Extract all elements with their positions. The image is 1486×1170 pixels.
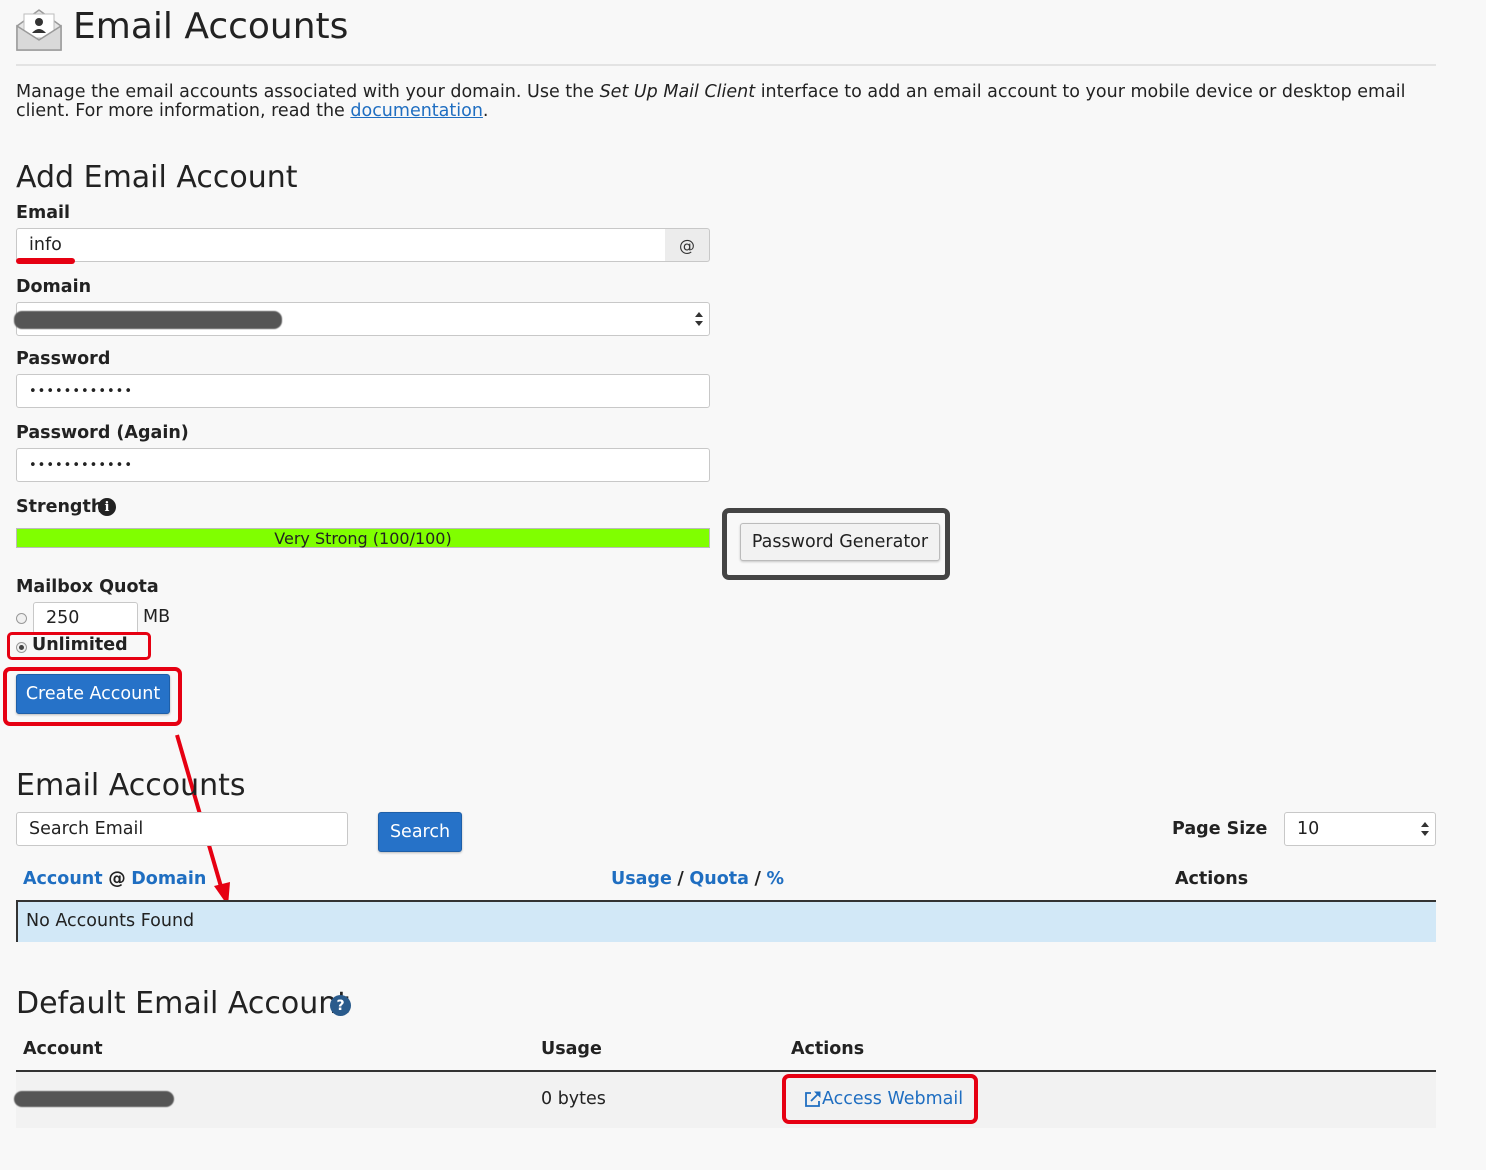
documentation-link[interactable]: documentation	[350, 101, 483, 121]
add-email-account-heading: Add Email Account	[16, 160, 298, 195]
quota-unit: MB	[143, 607, 171, 627]
setup-mail-client-emphasis: Set Up Mail Client	[599, 82, 756, 102]
mailbox-quota-label: Mailbox Quota	[16, 577, 159, 597]
account-redaction	[14, 1091, 174, 1107]
search-button[interactable]: Search	[378, 812, 462, 852]
password-label: Password	[16, 349, 111, 369]
no-accounts-message: No Accounts Found	[26, 911, 195, 931]
domain-label: Domain	[16, 277, 92, 297]
page-title: Email Accounts	[73, 6, 349, 47]
search-email-input[interactable]: Search Email	[16, 812, 348, 846]
default-col-actions: Actions	[791, 1039, 865, 1059]
email-underline-annotation	[16, 258, 75, 264]
email-accounts-icon	[14, 6, 64, 52]
create-account-button[interactable]: Create Account	[16, 674, 170, 714]
header-divider	[16, 64, 1436, 66]
sort-quota-link[interactable]: Quota	[689, 869, 749, 889]
page-size-arrows-icon	[1421, 822, 1429, 836]
external-link-icon	[805, 1091, 821, 1107]
email-accounts-heading: Email Accounts	[16, 768, 246, 803]
strength-label: Strength	[16, 497, 104, 517]
sort-domain-link[interactable]: Domain	[131, 869, 206, 889]
default-email-account-heading: Default Email Account	[16, 986, 350, 1021]
help-icon[interactable]: ?	[330, 995, 351, 1016]
info-icon[interactable]: i	[98, 498, 116, 516]
password-input[interactable]: ••••••••••••	[16, 374, 710, 408]
strength-meter: Very Strong (100/100)	[16, 528, 710, 548]
table-row	[16, 1072, 1436, 1128]
sort-usage-link[interactable]: Usage	[611, 869, 672, 889]
password-generator-button[interactable]: Password Generator	[740, 523, 940, 561]
unlimited-annotation	[7, 632, 151, 660]
strength-text: Very Strong (100/100)	[274, 528, 452, 548]
select-arrows-icon	[695, 312, 703, 326]
col-usage-quota: Usage / Quota / %	[611, 869, 785, 889]
access-webmail-link[interactable]: Access Webmail	[804, 1089, 963, 1109]
sort-percent-link[interactable]: %	[767, 869, 785, 889]
page-size-label: Page Size	[1172, 819, 1268, 839]
default-col-usage: Usage	[541, 1039, 602, 1059]
table-row	[16, 902, 1436, 942]
quota-input[interactable]: 250	[33, 602, 138, 634]
domain-redaction	[14, 311, 282, 329]
page-size-select[interactable]: 10	[1284, 812, 1436, 846]
at-addon: @	[665, 228, 710, 262]
password-again-input[interactable]: ••••••••••••	[16, 448, 710, 482]
password-again-label: Password (Again)	[16, 423, 189, 443]
col-account-domain: Account @ Domain	[23, 869, 207, 889]
default-col-account: Account	[23, 1039, 103, 1059]
default-usage-value: 0 bytes	[541, 1089, 606, 1109]
email-label: Email	[16, 203, 70, 223]
quota-limited-radio[interactable]	[16, 613, 27, 624]
sort-account-link[interactable]: Account	[23, 869, 103, 889]
col-actions: Actions	[1175, 869, 1249, 889]
intro-paragraph: Manage the email accounts associated wit…	[16, 82, 1406, 121]
email-input[interactable]: info	[16, 228, 666, 262]
